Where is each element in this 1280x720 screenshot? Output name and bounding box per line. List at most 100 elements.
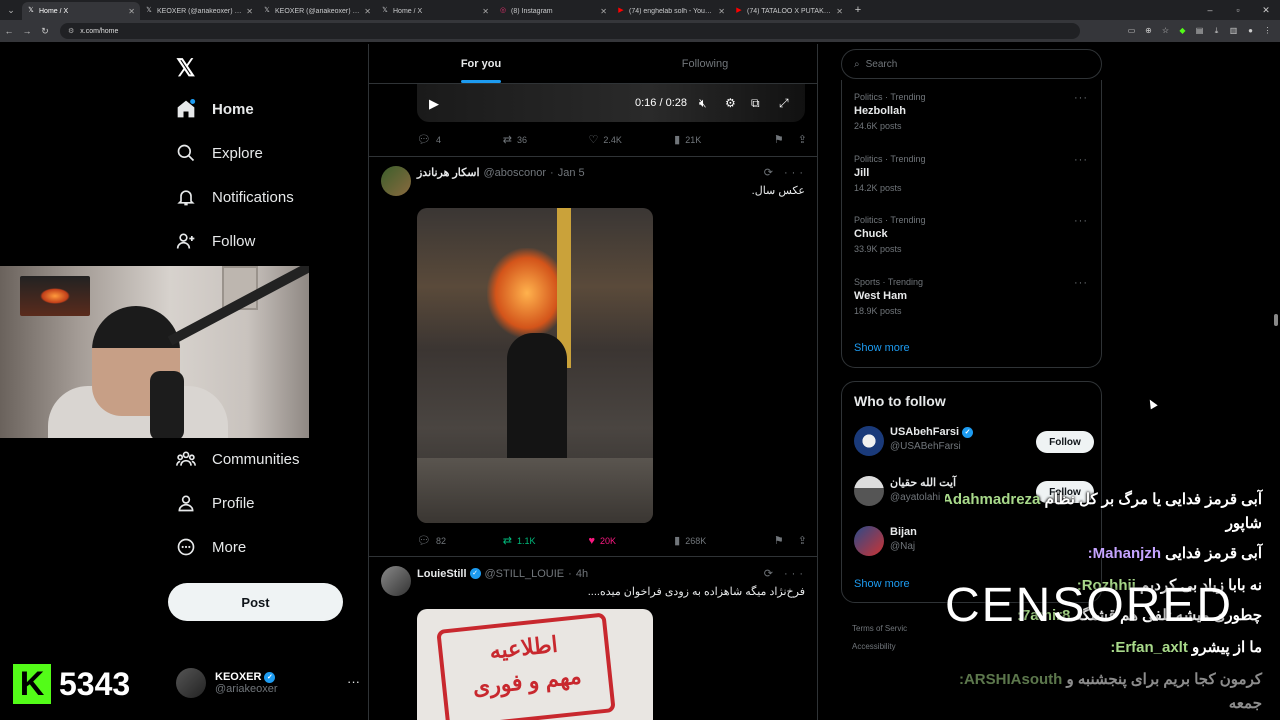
like-button[interactable]: ♥ 20K	[588, 535, 674, 547]
reply-button[interactable]: 💬︎ 4	[417, 133, 503, 146]
play-icon[interactable]: ▶	[429, 96, 439, 112]
page-scrollbar[interactable]	[1272, 44, 1280, 720]
nav-home[interactable]: Home	[174, 97, 254, 121]
download-icon[interactable]: ⤓	[1208, 26, 1225, 36]
x-logo-icon[interactable]: 𝕏	[176, 54, 195, 83]
video-player[interactable]: ▶ 0:16 / 0:28 🔇︎ ⚙ ⧉ ⤢	[417, 84, 805, 122]
minimize-icon[interactable]: –	[1196, 0, 1224, 20]
avatar[interactable]	[381, 566, 411, 596]
repost-button[interactable]: ⇄ 36	[503, 133, 589, 146]
browser-tab[interactable]: 𝕏 KEOXER (@ariakeoxer) / X ✕	[140, 2, 258, 20]
fullscreen-icon[interactable]: ⤢	[779, 96, 789, 111]
post-button[interactable]: Post	[168, 583, 343, 621]
scrollbar-thumb[interactable]	[1274, 314, 1278, 326]
tweet-author-handle[interactable]: @abosconor	[484, 167, 547, 179]
trend-more-icon[interactable]: ···	[1074, 154, 1088, 166]
nav-profile[interactable]: Profile	[174, 491, 255, 515]
tweet-more-icon[interactable]: ⟳ ···	[764, 567, 807, 580]
bookmark-icon[interactable]: ⚑	[774, 534, 784, 547]
views-button[interactable]: ▮ 21K	[674, 133, 760, 146]
settings-icon[interactable]: ⚙	[725, 96, 736, 110]
like-button[interactable]: ♡ 2.4K	[588, 133, 674, 146]
browser-tab[interactable]: ▶(74) TATALOO X PUTAK X PISHRO✕	[730, 2, 848, 20]
tab-search-icon[interactable]: ⌄	[0, 0, 22, 20]
site-info-icon[interactable]: ⚙	[68, 27, 74, 35]
browser-tab[interactable]: ◎ (8) Instagram ✕	[494, 2, 612, 20]
share-icon[interactable]: ⇪	[798, 534, 807, 547]
puzzle-icon[interactable]: ▤	[1191, 26, 1208, 36]
tweet-author-handle[interactable]: @STILL_LOUIE	[485, 568, 565, 580]
terms-link[interactable]: Terms of Servic	[852, 620, 907, 638]
forward-icon[interactable]: →	[18, 26, 36, 36]
trend-more-icon[interactable]: ···	[1074, 215, 1088, 227]
follow-button[interactable]: Follow	[1036, 431, 1094, 453]
tweet-date[interactable]: 4h	[576, 568, 588, 580]
tweet-author-name[interactable]: LouieStill	[417, 568, 467, 580]
cast-icon[interactable]: ▭	[1123, 26, 1140, 36]
views-button[interactable]: ▮ 268K	[674, 534, 760, 547]
feed-tabs: For you Following	[369, 44, 817, 84]
repost-button[interactable]: ⇄ 1.1K	[503, 534, 589, 547]
profile-avatar-icon[interactable]: ●	[1242, 26, 1259, 36]
close-icon[interactable]: ✕	[246, 7, 253, 16]
follow-show-more-link[interactable]: Show more	[854, 578, 910, 590]
reply-icon: 💬︎	[417, 134, 431, 146]
account-switcher[interactable]: KEOXER ✓ @ariakeoxer ···	[176, 668, 360, 698]
extension-icon[interactable]: ◆	[1174, 26, 1191, 36]
nav-communities[interactable]: Communities	[174, 447, 300, 471]
address-bar[interactable]: ⚙ x.com/home	[60, 23, 1080, 39]
maximize-icon[interactable]: ▫	[1224, 0, 1252, 20]
browser-tab[interactable]: ▶ (74) enghelab solh - YouTube ✕	[612, 2, 730, 20]
accessibility-link[interactable]: Accessibility	[852, 638, 907, 656]
new-tab-button[interactable]: +	[848, 4, 868, 16]
trend-item[interactable]: Politics · Trending Jill 14.2K posts ···	[854, 154, 1094, 193]
more-options-icon[interactable]: ···	[347, 674, 360, 689]
trend-item[interactable]: Sports · Trending West Ham 18.9K posts ·…	[854, 277, 1094, 316]
zoom-icon[interactable]: ⊕	[1140, 26, 1157, 36]
browser-tab[interactable]: 𝕏 KEOXER (@ariakeoxer) / X ✕	[258, 2, 376, 20]
tweet-author-name[interactable]: اسکار هرناندز	[417, 166, 480, 179]
trend-more-icon[interactable]: ···	[1074, 92, 1088, 104]
browser-tab[interactable]: 𝕏 Home / X ✕	[22, 2, 140, 20]
tweet-image[interactable]: اطلاعیه مهم و فوری	[417, 609, 653, 720]
close-icon[interactable]: ✕	[364, 7, 371, 16]
tweet-more-icon[interactable]: ⟳ ···	[764, 166, 807, 179]
tab-for-you[interactable]: For you	[369, 44, 593, 83]
chat-message: ما از پیشرو Erfan_axlt:	[1110, 639, 1262, 656]
account-name: KEOXER	[215, 671, 262, 683]
nav-explore[interactable]: Explore	[174, 141, 263, 165]
close-icon[interactable]: ✕	[836, 7, 843, 16]
bookmark-star-icon[interactable]: ☆	[1157, 26, 1174, 36]
tab-following[interactable]: Following	[593, 44, 817, 83]
trend-more-icon[interactable]: ···	[1074, 277, 1088, 289]
close-window-icon[interactable]: ✕	[1252, 0, 1280, 20]
nav-follow[interactable]: Follow	[174, 229, 255, 253]
chat-message: جمعه	[1228, 695, 1262, 712]
search-input[interactable]	[865, 58, 1066, 70]
tweet-date[interactable]: Jan 5	[558, 167, 585, 179]
menu-icon[interactable]: ⋮	[1259, 26, 1276, 36]
close-icon[interactable]: ✕	[718, 7, 725, 16]
reply-button[interactable]: 💬︎ 82	[417, 534, 503, 547]
share-icon[interactable]: ⇪	[798, 133, 807, 146]
avatar[interactable]	[381, 166, 411, 196]
tweet-image[interactable]	[417, 208, 653, 523]
close-icon[interactable]: ✕	[600, 7, 607, 16]
nav-notifications[interactable]: Notifications	[174, 185, 294, 209]
back-icon[interactable]: ←	[0, 26, 18, 36]
nav-more[interactable]: More	[174, 535, 246, 559]
close-icon[interactable]: ✕	[482, 7, 489, 16]
sidepanel-icon[interactable]: ▥	[1225, 26, 1242, 36]
reload-icon[interactable]: ↻	[36, 26, 54, 37]
trend-item[interactable]: Politics · Trending Hezbollah 24.6K post…	[854, 92, 1094, 131]
trend-item[interactable]: Politics · Trending Chuck 33.9K posts ··…	[854, 215, 1094, 254]
fireplace-shape	[40, 288, 70, 304]
close-icon[interactable]: ✕	[128, 7, 135, 16]
bookmark-icon[interactable]: ⚑	[774, 133, 784, 146]
browser-tab[interactable]: 𝕏 Home / X ✕	[376, 2, 494, 20]
trends-show-more-link[interactable]: Show more	[854, 342, 910, 354]
follow-suggestion[interactable]: USAbehFarsi ✓ @USABehFarsi Follow	[854, 426, 1094, 456]
mute-icon[interactable]: 🔇︎	[699, 96, 707, 111]
picture-in-picture-icon[interactable]: ⧉	[751, 96, 760, 111]
search-box[interactable]: ⌕	[841, 49, 1102, 79]
